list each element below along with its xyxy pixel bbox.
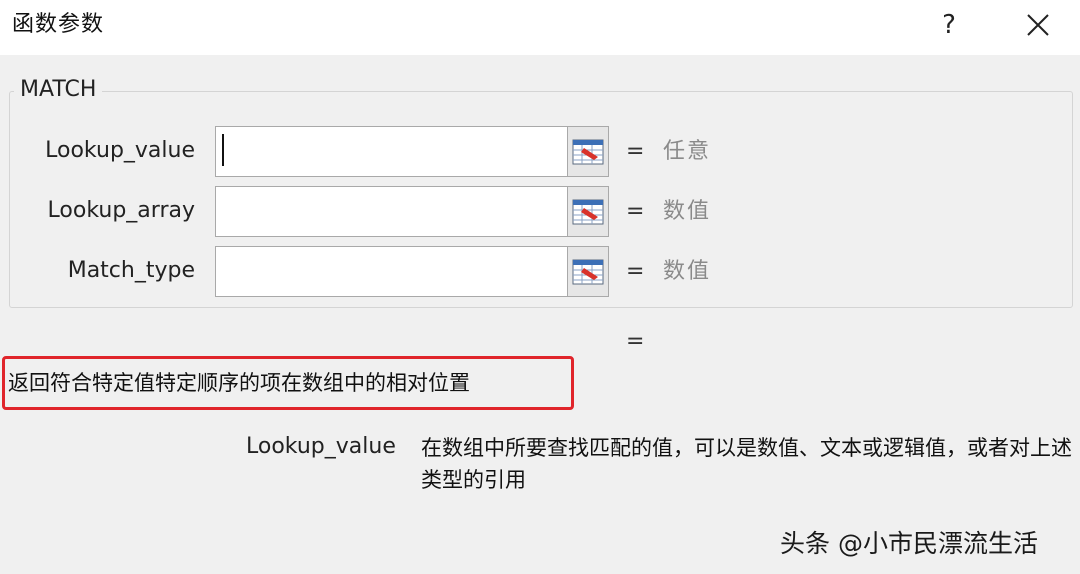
range-select-icon xyxy=(572,139,604,164)
close-icon xyxy=(1027,14,1049,36)
match-type-input[interactable] xyxy=(215,246,568,297)
match-type-ref-button[interactable] xyxy=(567,246,609,297)
lookup-array-input[interactable] xyxy=(215,186,568,237)
help-argument-name: Lookup_value xyxy=(246,434,396,459)
dialog-title: 函数参数 xyxy=(12,12,105,37)
range-select-icon xyxy=(572,199,604,224)
function-name: MATCH xyxy=(14,76,103,104)
range-select-icon xyxy=(572,259,604,284)
lookup-value-ref-button[interactable] xyxy=(567,126,609,177)
help-button[interactable]: ? xyxy=(932,6,966,44)
result-equals: = xyxy=(626,329,645,354)
lookup-value-input[interactable] xyxy=(215,126,568,177)
help-argument-text: 在数组中所要查找匹配的值，可以是数值、文本或逻辑值，或者对上述类型的引用 xyxy=(421,436,1072,492)
arg-type-match-type: 数值 xyxy=(663,259,712,284)
arg-type-lookup-array: 数值 xyxy=(663,199,712,224)
arg-equals: = xyxy=(626,259,645,284)
title-bar: 函数参数 ? xyxy=(0,0,1080,55)
arg-type-lookup-value: 任意 xyxy=(663,139,712,164)
arg-label-lookup-array: Lookup_array xyxy=(47,198,195,223)
arg-equals: = xyxy=(626,139,645,164)
watermark: 头条 @小市民漂流生活 xyxy=(780,529,1038,558)
lookup-array-ref-button[interactable] xyxy=(567,186,609,237)
arg-label-match-type: Match_type xyxy=(67,258,195,283)
arg-equals: = xyxy=(626,199,645,224)
function-description: 返回符合特定值特定顺序的项在数组中的相对位置 xyxy=(8,371,470,395)
close-button[interactable] xyxy=(1018,6,1058,44)
arg-label-lookup-value: Lookup_value xyxy=(45,138,195,163)
text-caret xyxy=(222,134,224,166)
